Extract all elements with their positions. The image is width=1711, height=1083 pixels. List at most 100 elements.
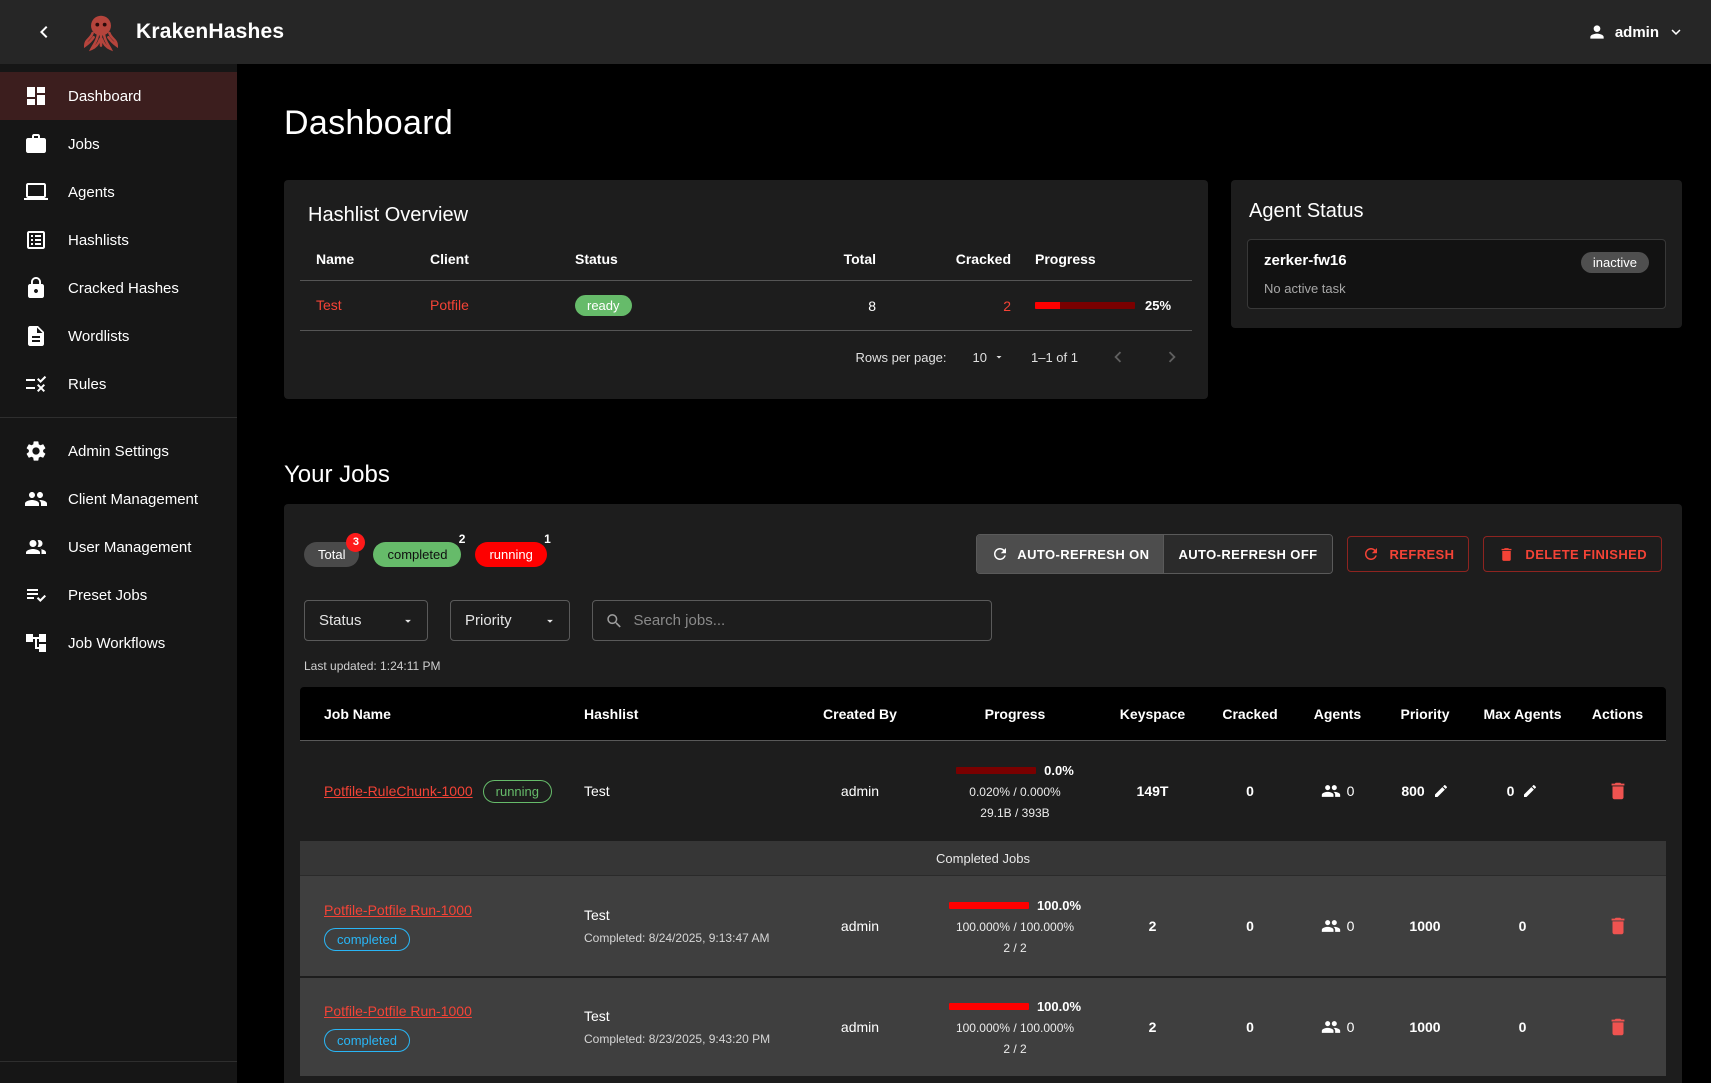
search-input[interactable] [633, 612, 979, 629]
job-name-link[interactable]: Potfile-Potfile Run-1000 [324, 1003, 472, 1019]
hashlist-name-link[interactable]: Test [316, 297, 342, 313]
auto-refresh-off-button[interactable]: AUTO-REFRESH OFF [1164, 535, 1331, 573]
job-priority-value: 1000 [1409, 918, 1440, 934]
people-icon [1321, 1017, 1341, 1037]
column-header-keyspace: Keyspace [1100, 706, 1205, 722]
job-name-link[interactable]: Potfile-RuleChunk-1000 [324, 783, 473, 799]
refresh-icon [1362, 545, 1380, 563]
sidebar-item-dashboard[interactable]: Dashboard [0, 72, 237, 120]
column-header-actions: Actions [1575, 706, 1660, 722]
auto-refresh-on-label: AUTO-REFRESH ON [1017, 547, 1149, 562]
rows-per-page-value: 10 [973, 350, 987, 365]
pagination-next-icon[interactable] [1158, 343, 1186, 371]
chip-running[interactable]: running 1 [475, 542, 546, 567]
user-group-icon [24, 535, 48, 559]
job-max-agents-value: 0 [1519, 1019, 1527, 1035]
workflow-tree-icon [24, 631, 48, 655]
status-filter-label: Status [319, 612, 362, 629]
edit-pencil-icon[interactable] [1433, 783, 1449, 799]
hashlist-table-row: Test Potfile ready 8 2 25% [300, 281, 1192, 331]
job-progress-detail: 100.000% / 100.000% [956, 920, 1074, 934]
people-icon [1321, 781, 1341, 801]
gear-icon [24, 439, 48, 463]
column-header-total: Total [750, 251, 900, 267]
job-progress-sub: 2 / 2 [1003, 941, 1026, 955]
search-box [592, 600, 992, 641]
agent-row: zerker-fw16 No active task inactive [1247, 239, 1666, 309]
job-completed-date: Completed: 8/23/2025, 9:43:20 PM [584, 1032, 790, 1046]
column-header-progress: Progress [1035, 251, 1192, 267]
job-progress-sub: 2 / 2 [1003, 1042, 1026, 1056]
agent-name: zerker-fw16 [1264, 252, 1347, 269]
column-header-max-agents: Max Agents [1470, 706, 1575, 722]
auto-refresh-off-label: AUTO-REFRESH OFF [1178, 547, 1317, 562]
sidebar-item-rules[interactable]: Rules [0, 360, 237, 408]
sidebar-item-about[interactable]: About [0, 1071, 237, 1083]
job-progress-label: 100.0% [1037, 999, 1081, 1014]
job-status-chip-running: running [483, 780, 552, 803]
main-content: Dashboard Hashlist Overview Name Client … [237, 64, 1711, 1083]
dropdown-caret-icon [993, 351, 1005, 363]
agent-status-badge: inactive [1581, 252, 1649, 273]
sidebar-item-cracked-hashes[interactable]: Cracked Hashes [0, 264, 237, 312]
delete-job-button[interactable] [1575, 1016, 1660, 1038]
chip-running-count: 1 [544, 533, 551, 545]
last-updated-text: Last updated: 1:24:11 PM [304, 659, 1666, 673]
page-title: Dashboard [284, 104, 1711, 143]
job-priority-value: 1000 [1409, 1019, 1440, 1035]
refresh-button[interactable]: REFRESH [1347, 536, 1470, 572]
job-progress-label: 100.0% [1037, 898, 1081, 913]
playlist-check-icon [24, 583, 48, 607]
column-header-status: Status [575, 251, 750, 267]
sidebar-item-label: Cracked Hashes [68, 280, 179, 297]
sidebar-item-agents[interactable]: Agents [0, 168, 237, 216]
laptop-icon [24, 180, 48, 204]
job-progress-bar [949, 902, 1029, 909]
column-header-name: Name [300, 251, 430, 267]
sidebar-item-job-workflows[interactable]: Job Workflows [0, 619, 237, 667]
hashlist-table-header: Name Client Status Total Cracked Progres… [300, 237, 1192, 281]
sidebar-item-wordlists[interactable]: Wordlists [0, 312, 237, 360]
sidebar-item-user-management[interactable]: User Management [0, 523, 237, 571]
hashlist-client-link[interactable]: Potfile [430, 297, 469, 313]
delete-finished-label: DELETE FINISHED [1525, 547, 1647, 562]
auto-refresh-on-button[interactable]: AUTO-REFRESH ON [977, 535, 1164, 573]
lock-icon [24, 276, 48, 300]
briefcase-icon [24, 132, 48, 156]
sidebar-item-admin-settings[interactable]: Admin Settings [0, 427, 237, 475]
job-agents-count: 0 [1347, 918, 1355, 934]
job-progress-detail: 0.020% / 0.000% [969, 785, 1060, 799]
job-progress-detail: 100.000% / 100.000% [956, 1021, 1074, 1035]
refresh-button-label: REFRESH [1390, 547, 1455, 562]
back-chevron-icon[interactable] [26, 14, 62, 50]
sidebar-item-label: Client Management [68, 491, 198, 508]
job-name-link[interactable]: Potfile-Potfile Run-1000 [324, 902, 472, 918]
rows-per-page-select[interactable]: 10 [973, 350, 1005, 365]
pagination-prev-icon[interactable] [1104, 343, 1132, 371]
edit-pencil-icon[interactable] [1522, 783, 1538, 799]
user-menu[interactable]: admin [1587, 22, 1685, 42]
chip-completed-label: completed [387, 547, 447, 562]
sidebar-item-jobs[interactable]: Jobs [0, 120, 237, 168]
job-hashlist: Test [560, 783, 790, 799]
dashboard-icon [24, 84, 48, 108]
sidebar-item-client-management[interactable]: Client Management [0, 475, 237, 523]
delete-finished-button[interactable]: DELETE FINISHED [1483, 536, 1662, 572]
refresh-icon [991, 545, 1009, 563]
sidebar: Dashboard Jobs Agents Hashlists Cracked … [0, 64, 237, 1083]
chip-completed[interactable]: completed 2 [373, 542, 461, 567]
priority-filter-select[interactable]: Priority [450, 600, 570, 641]
sidebar-item-hashlists[interactable]: Hashlists [0, 216, 237, 264]
status-filter-select[interactable]: Status [304, 600, 428, 641]
delete-job-button[interactable] [1575, 915, 1660, 937]
delete-job-button[interactable] [1575, 780, 1660, 802]
job-count-chips: Total 3 completed 2 running 1 [304, 542, 547, 567]
hashlist-overview-card: Hashlist Overview Name Client Status Tot… [284, 180, 1208, 399]
job-row-completed: Potfile-Potfile Run-1000 completed Test … [300, 876, 1666, 976]
hashlist-progress-bar [1035, 302, 1135, 309]
chip-total[interactable]: Total 3 [304, 542, 359, 567]
sidebar-item-preset-jobs[interactable]: Preset Jobs [0, 571, 237, 619]
jobs-table: Job Name Hashlist Created By Progress Ke… [300, 687, 1666, 1076]
chip-completed-count: 2 [459, 533, 466, 545]
sidebar-item-label: Dashboard [68, 88, 141, 105]
